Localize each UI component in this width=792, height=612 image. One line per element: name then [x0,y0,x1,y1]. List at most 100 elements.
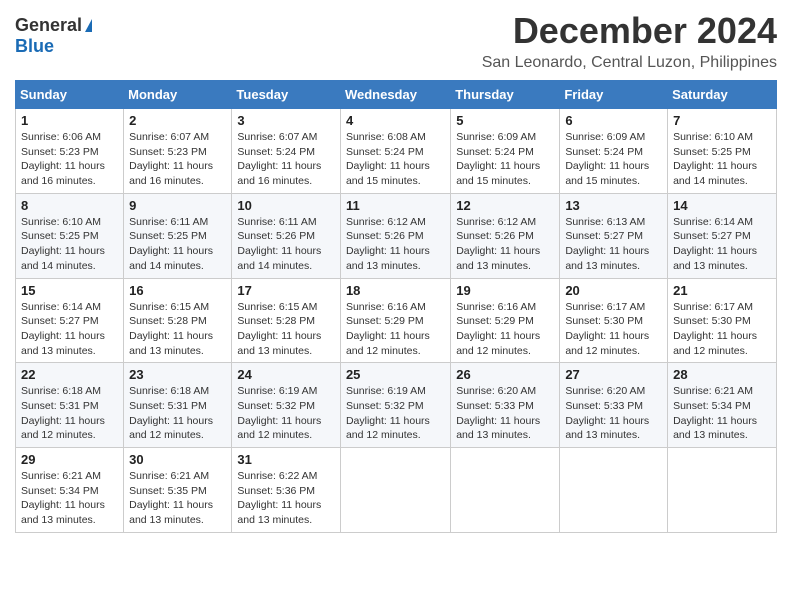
day-number: 4 [346,113,445,128]
day-info: Sunrise: 6:19 AMSunset: 5:32 PMDaylight:… [237,384,335,443]
calendar-cell: 26 Sunrise: 6:20 AMSunset: 5:33 PMDayligh… [451,363,560,448]
day-info: Sunrise: 6:21 AMSunset: 5:34 PMDaylight:… [21,469,118,528]
calendar-week-3: 15 Sunrise: 6:14 AMSunset: 5:27 PMDayligh… [16,278,777,363]
logo-general: General [15,15,82,36]
calendar-cell [340,448,450,533]
day-number: 22 [21,367,118,382]
calendar-week-4: 22 Sunrise: 6:18 AMSunset: 5:31 PMDayligh… [16,363,777,448]
calendar-cell: 14 Sunrise: 6:14 AMSunset: 5:27 PMDayligh… [668,193,777,278]
calendar-cell: 10Sunrise: 6:11 AMSunset: 5:26 PMDayligh… [232,193,341,278]
calendar-cell: 8Sunrise: 6:10 AMSunset: 5:25 PMDaylight… [16,193,124,278]
calendar-cell [668,448,777,533]
calendar-header-friday: Friday [560,81,668,109]
page-header: General Blue December 2024 San Leonardo,… [15,10,777,72]
calendar-week-5: 29 Sunrise: 6:21 AMSunset: 5:34 PMDayligh… [16,448,777,533]
calendar-header-saturday: Saturday [668,81,777,109]
day-info: Sunrise: 6:21 AMSunset: 5:35 PMDaylight:… [129,469,226,528]
logo-blue: Blue [15,36,54,57]
calendar-week-2: 8Sunrise: 6:10 AMSunset: 5:25 PMDaylight… [16,193,777,278]
day-info: Sunrise: 6:22 AMSunset: 5:36 PMDaylight:… [237,469,335,528]
calendar-cell [451,448,560,533]
day-number: 6 [565,113,662,128]
day-info: Sunrise: 6:17 AMSunset: 5:30 PMDaylight:… [673,300,771,359]
calendar-cell: 29 Sunrise: 6:21 AMSunset: 5:34 PMDayligh… [16,448,124,533]
calendar-cell: 2 Sunrise: 6:07 AMSunset: 5:23 PMDaylight… [124,109,232,194]
calendar-cell: 21 Sunrise: 6:17 AMSunset: 5:30 PMDayligh… [668,278,777,363]
calendar-cell: 23 Sunrise: 6:18 AMSunset: 5:31 PMDayligh… [124,363,232,448]
day-info: Sunrise: 6:16 AMSunset: 5:29 PMDaylight:… [346,300,445,359]
day-info: Sunrise: 6:06 AMSunset: 5:23 PMDaylight:… [21,130,118,189]
calendar-cell: 6 Sunrise: 6:09 AMSunset: 5:24 PMDaylight… [560,109,668,194]
day-info: Sunrise: 6:13 AMSunset: 5:27 PMDaylight:… [565,215,662,274]
day-info: Sunrise: 6:11 AMSunset: 5:25 PMDaylight:… [129,215,226,274]
day-number: 26 [456,367,554,382]
day-number: 16 [129,283,226,298]
calendar-header-tuesday: Tuesday [232,81,341,109]
day-number: 23 [129,367,226,382]
calendar-cell: 27 Sunrise: 6:20 AMSunset: 5:33 PMDayligh… [560,363,668,448]
day-number: 9 [129,198,226,213]
day-info: Sunrise: 6:20 AMSunset: 5:33 PMDaylight:… [565,384,662,443]
calendar-cell: 1Sunrise: 6:06 AMSunset: 5:23 PMDaylight… [16,109,124,194]
day-number: 8 [21,198,118,213]
calendar-cell: 20Sunrise: 6:17 AMSunset: 5:30 PMDayligh… [560,278,668,363]
day-info: Sunrise: 6:18 AMSunset: 5:31 PMDaylight:… [21,384,118,443]
day-info: Sunrise: 6:15 AMSunset: 5:28 PMDaylight:… [237,300,335,359]
calendar-header-monday: Monday [124,81,232,109]
day-info: Sunrise: 6:20 AMSunset: 5:33 PMDaylight:… [456,384,554,443]
calendar-cell: 16Sunrise: 6:15 AMSunset: 5:28 PMDayligh… [124,278,232,363]
calendar-cell: 7 Sunrise: 6:10 AMSunset: 5:25 PMDaylight… [668,109,777,194]
day-info: Sunrise: 6:10 AMSunset: 5:25 PMDaylight:… [673,130,771,189]
day-info: Sunrise: 6:09 AMSunset: 5:24 PMDaylight:… [456,130,554,189]
day-info: Sunrise: 6:19 AMSunset: 5:32 PMDaylight:… [346,384,445,443]
day-info: Sunrise: 6:14 AMSunset: 5:27 PMDaylight:… [673,215,771,274]
day-number: 17 [237,283,335,298]
day-info: Sunrise: 6:18 AMSunset: 5:31 PMDaylight:… [129,384,226,443]
day-number: 14 [673,198,771,213]
calendar-cell: 30 Sunrise: 6:21 AMSunset: 5:35 PMDayligh… [124,448,232,533]
calendar-cell: 19 Sunrise: 6:16 AMSunset: 5:29 PMDayligh… [451,278,560,363]
calendar-cell: 5 Sunrise: 6:09 AMSunset: 5:24 PMDaylight… [451,109,560,194]
day-info: Sunrise: 6:14 AMSunset: 5:27 PMDaylight:… [21,300,118,359]
day-info: Sunrise: 6:07 AMSunset: 5:23 PMDaylight:… [129,130,226,189]
day-number: 25 [346,367,445,382]
calendar-table: SundayMondayTuesdayWednesdayThursdayFrid… [15,80,777,533]
day-number: 12 [456,198,554,213]
day-number: 13 [565,198,662,213]
day-number: 19 [456,283,554,298]
day-info: Sunrise: 6:08 AMSunset: 5:24 PMDaylight:… [346,130,445,189]
calendar-header-sunday: Sunday [16,81,124,109]
day-number: 27 [565,367,662,382]
calendar-cell: 18Sunrise: 6:16 AMSunset: 5:29 PMDayligh… [340,278,450,363]
calendar-cell [560,448,668,533]
day-number: 20 [565,283,662,298]
calendar-cell: 15 Sunrise: 6:14 AMSunset: 5:27 PMDayligh… [16,278,124,363]
calendar-cell: 3Sunrise: 6:07 AMSunset: 5:24 PMDaylight… [232,109,341,194]
calendar-cell: 31 Sunrise: 6:22 AMSunset: 5:36 PMDayligh… [232,448,341,533]
day-number: 11 [346,198,445,213]
calendar-cell: 25 Sunrise: 6:19 AMSunset: 5:32 PMDayligh… [340,363,450,448]
day-info: Sunrise: 6:16 AMSunset: 5:29 PMDaylight:… [456,300,554,359]
calendar-cell: 4 Sunrise: 6:08 AMSunset: 5:24 PMDaylight… [340,109,450,194]
day-number: 31 [237,452,335,467]
day-info: Sunrise: 6:12 AMSunset: 5:26 PMDaylight:… [346,215,445,274]
calendar-cell: 12 Sunrise: 6:12 AMSunset: 5:26 PMDayligh… [451,193,560,278]
day-info: Sunrise: 6:07 AMSunset: 5:24 PMDaylight:… [237,130,335,189]
calendar-cell: 11 Sunrise: 6:12 AMSunset: 5:26 PMDayligh… [340,193,450,278]
day-number: 5 [456,113,554,128]
day-info: Sunrise: 6:12 AMSunset: 5:26 PMDaylight:… [456,215,554,274]
day-number: 29 [21,452,118,467]
day-number: 15 [21,283,118,298]
calendar-cell: 28Sunrise: 6:21 AMSunset: 5:34 PMDayligh… [668,363,777,448]
logo: General Blue [15,10,92,57]
page-title: December 2024 [482,10,777,52]
day-info: Sunrise: 6:09 AMSunset: 5:24 PMDaylight:… [565,130,662,189]
calendar-header-thursday: Thursday [451,81,560,109]
day-number: 24 [237,367,335,382]
day-number: 2 [129,113,226,128]
day-number: 7 [673,113,771,128]
day-number: 21 [673,283,771,298]
page-subtitle: San Leonardo, Central Luzon, Philippines [482,54,777,72]
day-info: Sunrise: 6:11 AMSunset: 5:26 PMDaylight:… [237,215,335,274]
day-number: 30 [129,452,226,467]
